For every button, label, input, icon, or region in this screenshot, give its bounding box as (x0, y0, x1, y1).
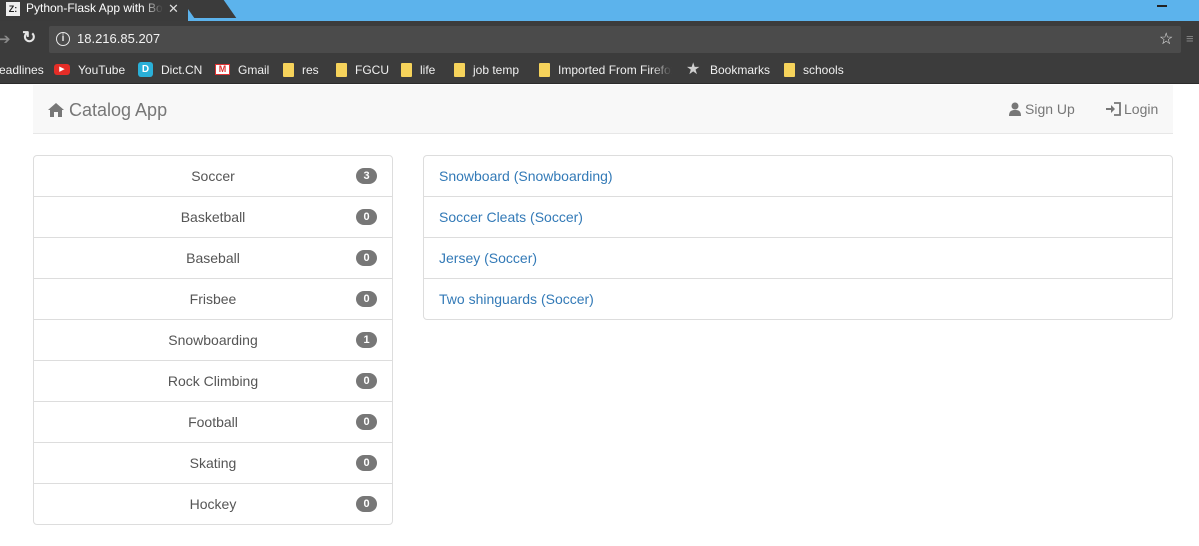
window-minimize-icon[interactable] (1157, 0, 1167, 7)
category-count-badge: 3 (356, 168, 377, 184)
star-icon: ★ (686, 60, 701, 78)
bookmark-label: FGCU (355, 62, 389, 77)
bookmark-label: eadlines (0, 62, 44, 77)
dict-icon: D (138, 62, 153, 78)
category-name: Soccer (191, 168, 235, 184)
bookmark-bookmarks[interactable]: ★ Bookmarks (686, 60, 771, 78)
list-item: Two shinguards (Soccer) (424, 278, 1172, 319)
bookmark-label: res (302, 62, 319, 77)
bookmark-label: job temp (473, 62, 520, 77)
category-count-badge: 0 (356, 414, 377, 430)
bookmark-label: Imported From Firefox (558, 62, 672, 77)
category-count-badge: 0 (356, 455, 377, 471)
category-item-frisbee[interactable]: Frisbee 0 (34, 278, 392, 319)
address-bar[interactable]: i 18.216.85.207 ☆ (49, 26, 1181, 53)
tab-favicon-icon: Z: (6, 1, 20, 16)
item-link[interactable]: Two shinguards (Soccer) (439, 291, 594, 307)
browser-toolbar: ➔ ↻ i 18.216.85.207 ☆ ≡ (0, 21, 1199, 58)
category-count-badge: 1 (356, 332, 377, 348)
category-item-football[interactable]: Football 0 (34, 401, 392, 442)
bookmark-gmail[interactable]: M Gmail (215, 62, 269, 77)
extension-icon[interactable]: ≡ (1186, 31, 1194, 46)
gmail-icon: M (215, 64, 230, 76)
tab-title: Python-Flask App with Bo (26, 1, 163, 16)
category-name: Frisbee (189, 291, 237, 307)
folder-icon (539, 62, 550, 77)
category-count-badge: 0 (356, 496, 377, 512)
category-item-rock-climbing[interactable]: Rock Climbing 0 (34, 360, 392, 401)
login-link[interactable]: Login (1105, 100, 1158, 118)
folder-icon (454, 62, 465, 77)
bookmark-job-temp[interactable]: job temp (454, 62, 519, 77)
category-item-soccer[interactable]: Soccer 3 (34, 156, 392, 196)
folder-icon (784, 62, 795, 77)
category-count-badge: 0 (356, 250, 377, 266)
category-item-skating[interactable]: Skating 0 (34, 442, 392, 483)
list-item: Snowboard (Snowboarding) (424, 156, 1172, 196)
home-icon (48, 103, 64, 117)
bookmark-life[interactable]: life (401, 62, 435, 77)
category-name: Hockey (189, 496, 237, 512)
category-item-basketball[interactable]: Basketball 0 (34, 196, 392, 237)
bookmark-label: life (420, 62, 436, 77)
bookmark-dict[interactable]: D Dict.CN (138, 62, 203, 78)
youtube-icon: ▶ (54, 64, 70, 76)
signup-label: Sign Up (1025, 101, 1075, 117)
bookmark-res[interactable]: res (283, 62, 319, 77)
brand-title: Catalog App (69, 100, 168, 120)
bookmark-headlines[interactable]: eadlines (0, 62, 44, 77)
bookmark-imported[interactable]: Imported From Firefox (539, 62, 672, 77)
category-count-badge: 0 (356, 209, 377, 225)
login-label: Login (1124, 101, 1159, 117)
category-list: Soccer 3 Basketball 0 Baseball 0 Frisbee… (33, 155, 393, 525)
bookmark-schools[interactable]: schools (784, 62, 844, 77)
category-name: Rock Climbing (167, 373, 259, 389)
folder-icon (336, 62, 347, 77)
bookmarks-bar: eadlines ▶ YouTube D Dict.CN M Gmail res FG… (0, 58, 1199, 84)
url-text[interactable]: 18.216.85.207 (77, 31, 160, 46)
folder-icon (401, 62, 412, 77)
tab-close-icon[interactable]: ✕ (168, 0, 179, 17)
bookmark-label: Bookmarks (710, 62, 771, 77)
item-link[interactable]: Jersey (Soccer) (439, 250, 537, 266)
latest-items-list: Snowboard (Snowboarding) Soccer Cleats (… (423, 155, 1173, 320)
category-name: Snowboarding (168, 332, 258, 348)
new-tab-button[interactable] (181, 0, 237, 18)
bookmark-fgcu[interactable]: FGCU (336, 62, 389, 77)
category-name: Football (188, 414, 238, 430)
category-name: Skating (189, 455, 237, 471)
bookmark-label: YouTube (78, 62, 126, 77)
bookmark-youtube[interactable]: ▶ YouTube (54, 62, 125, 77)
reload-icon[interactable]: ↻ (22, 28, 36, 48)
bookmark-label: schools (803, 62, 844, 77)
signup-link[interactable]: Sign Up (1008, 100, 1075, 118)
category-count-badge: 0 (356, 291, 377, 307)
browser-tab[interactable]: Z: Python-Flask App with Bo ✕ (0, 0, 188, 21)
bookmark-label: Dict.CN (161, 62, 203, 77)
category-name: Basketball (180, 209, 246, 225)
navbar: Catalog App Sign Up Login (33, 85, 1173, 134)
back-arrow-icon[interactable]: ➔ (0, 30, 11, 48)
list-item: Soccer Cleats (Soccer) (424, 196, 1172, 237)
item-link[interactable]: Soccer Cleats (Soccer) (439, 209, 583, 225)
category-name: Baseball (186, 250, 240, 266)
category-item-hockey[interactable]: Hockey 0 (34, 483, 392, 524)
user-icon (1009, 102, 1021, 116)
list-item: Jersey (Soccer) (424, 237, 1172, 278)
item-link[interactable]: Snowboard (Snowboarding) (439, 168, 613, 184)
category-item-snowboarding[interactable]: Snowboarding 1 (34, 319, 392, 360)
bookmark-label: Gmail (238, 62, 270, 77)
category-item-baseball[interactable]: Baseball 0 (34, 237, 392, 278)
info-icon[interactable]: i (56, 32, 70, 46)
bookmark-star-icon[interactable]: ☆ (1159, 29, 1173, 49)
category-count-badge: 0 (356, 373, 377, 389)
log-in-icon (1106, 102, 1121, 116)
browser-tabstrip: Z: Python-Flask App with Bo ✕ (0, 0, 1199, 21)
folder-icon (283, 62, 294, 77)
brand-link[interactable]: Catalog App (47, 99, 167, 121)
